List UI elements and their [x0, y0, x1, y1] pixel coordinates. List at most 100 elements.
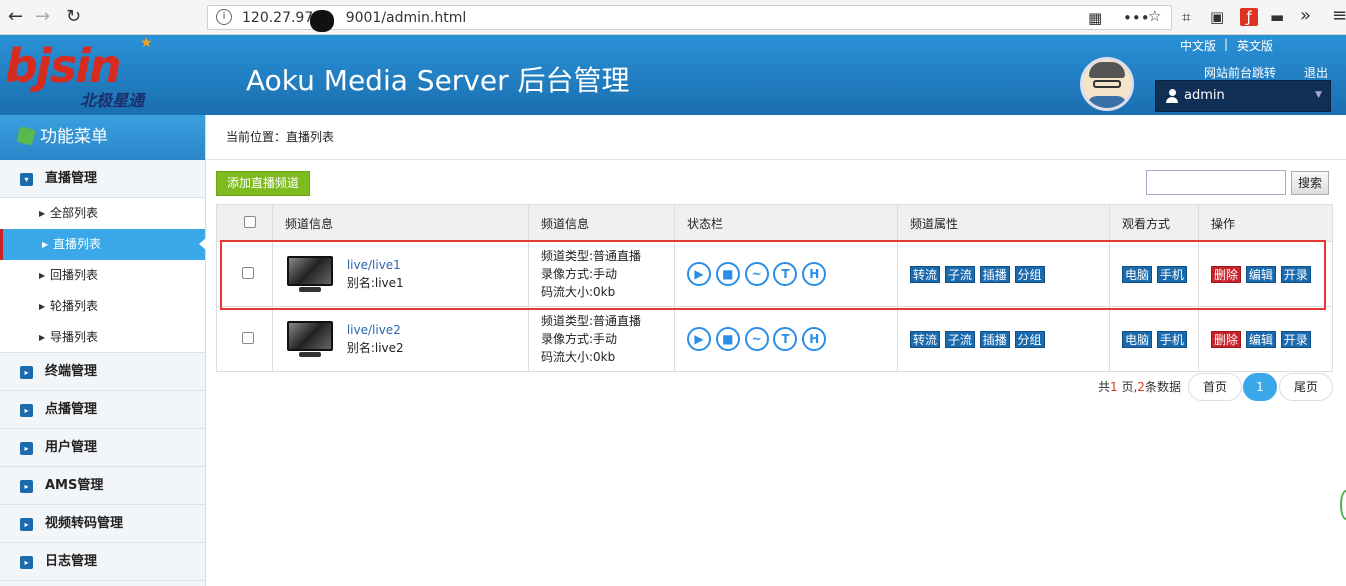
record-mode: 录像方式:手动 [541, 332, 618, 346]
lang-cn-link[interactable]: 中文版 [1180, 37, 1216, 54]
channel-alias: 别名:live2 [346, 341, 404, 355]
sidebar-item-terminal[interactable]: ▸ 终端管理 [0, 353, 205, 391]
sidebar-sub-director[interactable]: ▶ 导播列表 [0, 322, 205, 353]
sidebar-sub-all[interactable]: ▶ 全部列表 [0, 198, 205, 229]
record-button[interactable]: 开录 [1280, 330, 1311, 348]
logo[interactable]: bjsin [5, 39, 122, 93]
user-icon [1166, 89, 1178, 103]
wave-icon[interactable]: ~ [744, 327, 769, 351]
breadcrumb: 当前位置：直播列表 [206, 115, 1346, 160]
avatar[interactable] [1080, 57, 1134, 111]
insert-button[interactable]: 插播 [979, 265, 1010, 283]
t-icon[interactable]: T [773, 262, 798, 286]
chevron-down-icon: ▼ [1315, 90, 1322, 100]
collapse-icon: ▾ [20, 173, 33, 186]
crop-icon[interactable]: ⌗ [1182, 8, 1190, 26]
bitrate: 码流大小:0kb [541, 350, 616, 364]
camera-icon[interactable]: ■ [715, 262, 740, 286]
search-input[interactable] [1146, 170, 1286, 195]
arrow-icon: ▶ [39, 209, 46, 218]
record-button[interactable]: 开录 [1280, 265, 1311, 283]
h-icon[interactable]: H [802, 327, 827, 351]
select-all-checkbox[interactable] [244, 215, 256, 228]
star-icon[interactable]: ☆ [1148, 7, 1161, 25]
sidebar-title: 功能菜单 [0, 115, 205, 160]
lang-en-link[interactable]: 英文版 [1237, 37, 1273, 54]
arrow-icon: ▶ [39, 333, 46, 342]
sidebar-item-ams[interactable]: ▸ AMS管理 [0, 467, 205, 505]
relay-button[interactable]: 转流 [910, 330, 941, 348]
sidebar-item-users[interactable]: ▸ 用户管理 [0, 429, 205, 467]
group-button[interactable]: 分组 [1014, 330, 1045, 348]
back-icon[interactable]: ← [8, 6, 23, 27]
first-page-button[interactable]: 首页 [1188, 373, 1242, 401]
lang-separator: | [1224, 37, 1229, 51]
menu-box-icon[interactable]: ▬ [1270, 8, 1284, 26]
flash-icon[interactable]: ƒ [1240, 8, 1258, 26]
overflow-icon[interactable]: » [1300, 5, 1311, 26]
wave-icon[interactable]: ~ [744, 262, 769, 286]
edit-button[interactable]: 编辑 [1245, 330, 1276, 348]
expand-icon: ▸ [20, 518, 33, 531]
page-1-button[interactable]: 1 [1243, 373, 1277, 401]
table-row: live/live2 别名:live2 频道类型:普通直播 录像方式:手动 码流… [216, 306, 1333, 372]
group-button[interactable]: 分组 [1014, 265, 1045, 283]
browser-toolbar: ← → ↻ i 120.27.97. 9001/admin.html ▦ ••• … [0, 0, 1346, 35]
add-channel-button[interactable]: 添加直播频道 [216, 171, 310, 196]
address-bar[interactable]: i 120.27.97. 9001/admin.html ▦ ••• ☆ [207, 5, 1172, 30]
col-header: 频道信息 [528, 204, 675, 242]
col-header: 频道信息 [272, 204, 529, 242]
redaction-blot [310, 10, 334, 32]
channel-link[interactable]: live/live1 [347, 258, 401, 272]
sidebar-sub-carousel[interactable]: ▶ 轮播列表 [0, 291, 205, 322]
last-page-button[interactable]: 尾页 [1279, 373, 1333, 401]
expand-icon: ▸ [20, 556, 33, 569]
expand-icon: ▸ [20, 480, 33, 493]
substream-button[interactable]: 子流 [944, 330, 975, 348]
row-checkbox[interactable] [242, 331, 254, 344]
h-icon[interactable]: H [802, 262, 827, 286]
sidebar-sub-live[interactable]: ▶ 直播列表 [0, 229, 206, 260]
mobile-view-button[interactable]: 手机 [1156, 330, 1187, 348]
forward-icon[interactable]: → [35, 6, 50, 27]
channel-type: 频道类型:普通直播 [541, 314, 642, 328]
sidebar-item-transcode[interactable]: ▸ 视频转码管理 [0, 505, 205, 543]
floating-widget-edge[interactable] [1340, 490, 1346, 520]
play-icon[interactable]: ▶ [687, 262, 711, 286]
t-icon[interactable]: T [773, 327, 798, 351]
insert-button[interactable]: 插播 [979, 330, 1010, 348]
play-icon[interactable]: ▶ [687, 327, 711, 351]
arrow-icon: ▶ [39, 302, 46, 311]
qr-icon[interactable]: ▦ [1088, 9, 1102, 27]
search-button[interactable]: 搜索 [1291, 171, 1329, 195]
logout-link[interactable]: 退出 [1304, 64, 1328, 81]
reader-icon[interactable]: ▣ [1210, 8, 1224, 26]
expand-icon: ▸ [20, 404, 33, 417]
info-icon[interactable]: i [216, 9, 232, 25]
username: admin [1184, 88, 1225, 103]
channel-table: 频道信息 频道信息 状态栏 频道属性 观看方式 操作 live/live1 别名… [216, 204, 1333, 372]
delete-button[interactable]: 删除 [1211, 265, 1242, 283]
delete-button[interactable]: 删除 [1211, 330, 1242, 348]
row-checkbox[interactable] [242, 266, 254, 279]
url-text: 120.27.97. 9001/admin.html [242, 10, 467, 26]
mobile-view-button[interactable]: 手机 [1156, 265, 1187, 283]
pc-view-button[interactable]: 电脑 [1122, 330, 1153, 348]
camera-icon[interactable]: ■ [715, 327, 740, 351]
reload-icon[interactable]: ↻ [66, 6, 81, 27]
more-icon[interactable]: ••• [1123, 9, 1150, 27]
pc-view-button[interactable]: 电脑 [1122, 265, 1153, 283]
sidebar-sub-replay[interactable]: ▶ 回播列表 [0, 260, 205, 291]
edit-button[interactable]: 编辑 [1245, 265, 1276, 283]
sidebar-item-live[interactable]: ▾ 直播管理 [0, 160, 205, 198]
relay-button[interactable]: 转流 [910, 265, 941, 283]
channel-link[interactable]: live/live2 [347, 323, 401, 337]
tv-icon [285, 319, 335, 359]
sidebar-item-vod[interactable]: ▸ 点播管理 [0, 391, 205, 429]
sidebar-item-logs[interactable]: ▸ 日志管理 [0, 543, 205, 581]
user-dropdown[interactable]: admin ▼ [1155, 80, 1331, 112]
front-link[interactable]: 网站前台跳转 [1204, 64, 1276, 81]
substream-button[interactable]: 子流 [944, 265, 975, 283]
hamburger-icon[interactable]: ≡ [1332, 5, 1346, 26]
channel-type: 频道类型:普通直播 [541, 249, 642, 263]
